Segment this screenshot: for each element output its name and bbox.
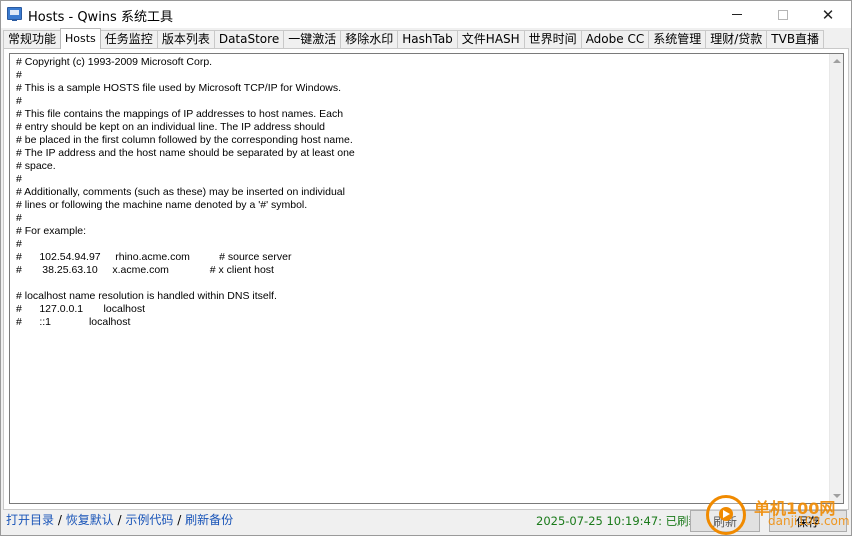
tab-one-click-activate[interactable]: 一键激活 — [283, 30, 342, 49]
app-window: Hosts - Qwins 系统工具 ✕ 常规功能 Hosts 任务监控 版本列… — [0, 0, 852, 536]
tab-datastore[interactable]: DataStore — [213, 30, 285, 49]
maximize-icon — [778, 9, 788, 20]
tab-version-list[interactable]: 版本列表 — [156, 30, 215, 49]
close-icon: ✕ — [821, 5, 835, 24]
link-separator: / — [113, 513, 126, 527]
restore-default-link[interactable]: 恢复默认 — [66, 513, 114, 527]
tab-task-monitor[interactable]: 任务监控 — [99, 30, 158, 49]
tab-world-time[interactable]: 世界时间 — [523, 30, 582, 49]
tab-strip: 常规功能 Hosts 任务监控 版本列表 DataStore 一键激活 移除水印… — [3, 28, 825, 49]
refresh-backup-link[interactable]: 刷新备份 — [185, 513, 233, 527]
close-button[interactable]: ✕ — [805, 1, 851, 28]
link-separator: / — [54, 513, 66, 527]
open-directory-link[interactable]: 打开目录 — [6, 513, 54, 527]
tab-general[interactable]: 常规功能 — [3, 30, 62, 49]
tab-file-hash[interactable]: 文件HASH — [456, 30, 525, 49]
scroll-up-icon[interactable] — [833, 59, 841, 63]
bottom-links: 打开目录 / 恢复默认 / 示例代码 / 刷新备份 — [6, 511, 233, 529]
scroll-down-icon[interactable] — [833, 494, 841, 498]
tab-finance-loan[interactable]: 理财/贷款 — [705, 30, 768, 49]
vertical-scrollbar[interactable] — [829, 54, 843, 503]
tab-remove-watermark[interactable]: 移除水印 — [340, 30, 399, 49]
tab-system-management[interactable]: 系统管理 — [648, 30, 707, 49]
hosts-editor[interactable]: # Copyright (c) 1993-2009 Microsoft Corp… — [9, 53, 844, 504]
window-title: Hosts - Qwins 系统工具 — [28, 10, 173, 25]
refresh-button[interactable]: 刷新 — [690, 510, 760, 532]
link-separator: / — [173, 513, 186, 527]
tab-tvb-live[interactable]: TVB直播 — [766, 30, 825, 49]
app-icon — [7, 7, 22, 21]
title-bar: Hosts - Qwins 系统工具 ✕ — [1, 1, 851, 28]
hosts-file-content[interactable]: # Copyright (c) 1993-2009 Microsoft Corp… — [16, 56, 816, 329]
maximize-button[interactable] — [760, 1, 806, 28]
minimize-icon — [732, 14, 742, 15]
minimize-button[interactable] — [714, 1, 760, 28]
tab-adobe-cc[interactable]: Adobe CC — [580, 30, 650, 49]
tab-hosts[interactable]: Hosts — [60, 28, 101, 49]
hosts-tab-panel: # Copyright (c) 1993-2009 Microsoft Corp… — [3, 48, 849, 510]
tab-hashtab[interactable]: HashTab — [397, 30, 458, 49]
status-text: 2025-07-25 10:19:47: 已刷新 — [536, 514, 701, 528]
example-code-link[interactable]: 示例代码 — [125, 513, 173, 527]
save-button[interactable]: 保存 — [769, 510, 847, 532]
